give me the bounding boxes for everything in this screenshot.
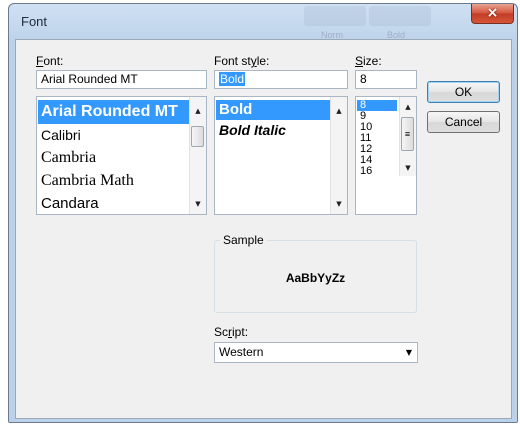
sample-group: Sample AaBbYyZz bbox=[214, 233, 417, 313]
close-icon: × bbox=[486, 5, 499, 21]
style-list-item[interactable]: Bold bbox=[216, 100, 330, 120]
font-label: Font: bbox=[36, 54, 64, 68]
scroll-up-icon[interactable]: ▲ bbox=[331, 107, 347, 115]
dialog-client-area: Font: Arial Rounded MT Arial Rounded MT … bbox=[15, 39, 512, 419]
size-list[interactable]: 8 9 10 11 12 14 16 ▲ ≡ ▼ bbox=[355, 96, 417, 215]
style-list-scrollbar[interactable]: ▲ ▼ bbox=[330, 97, 347, 214]
window-title: Font bbox=[21, 14, 48, 29]
font-list-item[interactable]: Candara bbox=[38, 193, 189, 214]
font-style-label: Font style: bbox=[214, 54, 270, 68]
cancel-button[interactable]: Cancel bbox=[427, 111, 500, 133]
scroll-down-icon[interactable]: ▼ bbox=[400, 164, 416, 172]
chevron-down-icon[interactable]: ▼ bbox=[406, 343, 412, 362]
size-label: Size: bbox=[355, 54, 382, 68]
font-style-list[interactable]: Bold Bold Italic ▲ ▼ bbox=[214, 96, 348, 215]
font-name-list[interactable]: Arial Rounded MT Calibri Cambria Cambria… bbox=[36, 96, 207, 215]
font-list-item[interactable]: Cambria bbox=[38, 147, 189, 169]
size-list-item[interactable]: 16 bbox=[357, 166, 397, 177]
scroll-up-icon[interactable]: ▲ bbox=[190, 107, 206, 115]
script-label: Script: bbox=[214, 325, 249, 339]
title-bar[interactable]: Norm Bold Font × bbox=[9, 4, 517, 40]
background-ghost-style-box bbox=[304, 6, 366, 26]
sample-label: Sample bbox=[220, 233, 267, 247]
font-list-item[interactable]: Arial Rounded MT bbox=[38, 100, 189, 124]
scroll-thumb[interactable]: ≡ bbox=[401, 117, 414, 151]
scroll-up-icon[interactable]: ▲ bbox=[400, 103, 416, 111]
script-select[interactable]: Western ▼ bbox=[214, 342, 418, 363]
font-list-scrollbar[interactable]: ▲ ▼ bbox=[189, 97, 206, 214]
scroll-thumb[interactable] bbox=[191, 126, 204, 147]
ok-button[interactable]: OK bbox=[427, 81, 500, 103]
grip-icon: ≡ bbox=[404, 129, 411, 139]
scroll-down-icon[interactable]: ▼ bbox=[331, 200, 347, 208]
font-style-input[interactable]: Bold bbox=[214, 70, 348, 89]
scroll-down-icon[interactable]: ▼ bbox=[190, 200, 206, 208]
style-list-item[interactable]: Bold Italic bbox=[216, 120, 330, 140]
size-input[interactable]: 8 bbox=[355, 70, 417, 89]
font-name-input[interactable]: Arial Rounded MT bbox=[36, 70, 207, 89]
font-dialog: Norm Bold Font × Font: Arial Rounded MT … bbox=[8, 3, 518, 423]
font-list-item[interactable]: Cambria Math bbox=[38, 170, 189, 192]
size-list-scrollbar[interactable]: ▲ ≡ ▼ bbox=[399, 97, 416, 176]
close-button[interactable]: × bbox=[471, 4, 514, 24]
sample-preview: AaBbYyZz bbox=[285, 271, 346, 285]
font-list-item[interactable]: Calibri bbox=[38, 125, 189, 145]
background-ghost-style-box bbox=[369, 6, 431, 26]
